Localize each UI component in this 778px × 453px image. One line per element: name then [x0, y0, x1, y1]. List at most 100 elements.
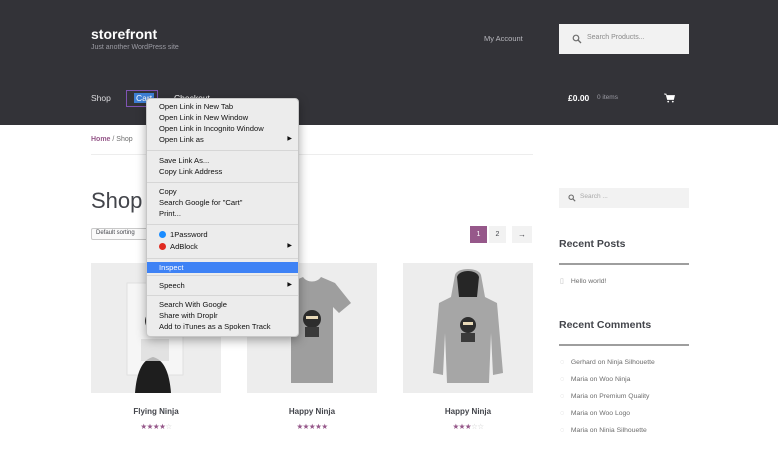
adblock-icon [159, 243, 166, 250]
recent-comments-title: Recent Comments [559, 319, 652, 331]
menu-item-label: Speech [159, 281, 185, 290]
breadcrumb-home[interactable]: Home [91, 136, 110, 143]
comment-icon: ◌ [560, 359, 565, 366]
menu-item-label: Search With Google [159, 300, 227, 309]
my-account-link[interactable]: My Account [484, 34, 523, 43]
search-icon [572, 34, 582, 44]
product-image[interactable] [403, 263, 533, 393]
product-rating: ★★★★★ [247, 422, 377, 431]
page-title: Shop [91, 188, 143, 213]
menu-item-open-new-tab[interactable]: Open Link in New Tab [147, 101, 298, 112]
pagination-next[interactable]: → [512, 226, 532, 243]
pagination-page-1[interactable]: 1 [470, 226, 487, 243]
hoodie-image [433, 269, 503, 383]
menu-item-copy[interactable]: Copy [147, 186, 298, 197]
product-name[interactable]: Flying Ninja [91, 407, 221, 416]
menu-item-speech[interactable]: Speech ▶ [147, 280, 298, 291]
sorting-value: Default sorting [96, 230, 135, 236]
document-icon: ▯ [560, 278, 564, 285]
nav-item-shop[interactable]: Shop [91, 93, 111, 103]
product-name[interactable]: Happy Ninja [403, 407, 533, 416]
menu-separator [147, 295, 298, 296]
recent-comment-item[interactable]: ◌ Gerhard on Ninja Silhouette [560, 359, 655, 366]
widget-divider [559, 344, 689, 346]
menu-item-label: Share with Droplr [159, 311, 218, 320]
menu-item-inspect[interactable]: Inspect [147, 262, 298, 273]
product-name[interactable]: Happy Ninja [247, 407, 377, 416]
recent-comment-label: Maria on Premium Quality [570, 393, 650, 400]
cart-icon[interactable] [664, 93, 675, 103]
menu-item-label: Copy Link Address [159, 167, 223, 176]
menu-item-label: Inspect [159, 263, 184, 272]
minicart-count[interactable]: 0 items [597, 94, 618, 101]
rating-filled: ★★★★★ [296, 422, 328, 431]
product-search-input[interactable]: Search Products... [559, 24, 689, 54]
rating-filled: ★★★★ [140, 422, 166, 431]
menu-item-search-google[interactable]: Search Google for "Cart" [147, 197, 298, 208]
menu-item-open-incognito[interactable]: Open Link in Incognito Window [147, 123, 298, 134]
menu-item-label: Add to iTunes as a Spoken Track [159, 322, 271, 331]
menu-separator [147, 150, 298, 151]
menu-item-label: Open Link in New Tab [159, 102, 234, 111]
rating-empty: ☆☆ [471, 422, 484, 431]
menu-separator [147, 182, 298, 183]
menu-item-label: AdBlock [170, 242, 198, 251]
menu-item-label: Open Link in New Window [159, 113, 249, 122]
menu-item-save-link-as[interactable]: Save Link As... [147, 155, 298, 166]
menu-item-label: Open Link as [159, 135, 204, 144]
menu-item-print[interactable]: Print... [147, 208, 298, 219]
site-title[interactable]: storefront [91, 26, 157, 42]
menu-item-open-new-window[interactable]: Open Link in New Window [147, 112, 298, 123]
recent-posts-title: Recent Posts [559, 238, 626, 250]
onepassword-icon [159, 231, 166, 238]
breadcrumb: Home / Shop [91, 136, 133, 143]
recent-comment-item[interactable]: ◌ Maria on Woo Ninja [560, 376, 630, 383]
sidebar-search-input[interactable]: Search ... [559, 188, 689, 208]
rating-filled: ★★★ [452, 422, 472, 431]
recent-comment-item[interactable]: ◌ Maria on Woo Logo [560, 410, 630, 417]
menu-separator [147, 275, 298, 276]
comment-icon: ◌ [560, 410, 565, 417]
menu-item-search-with-google[interactable]: Search With Google [147, 299, 298, 310]
minicart-amount[interactable]: £0.00 [568, 93, 589, 103]
menu-item-label: Save Link As... [159, 156, 210, 165]
menu-item-adblock[interactable]: AdBlock ▶ [147, 241, 298, 252]
context-menu: Open Link in New Tab Open Link in New Wi… [146, 98, 299, 337]
chevron-right-icon: ▶ [287, 243, 292, 249]
search-icon [568, 194, 576, 202]
comment-icon: ◌ [560, 376, 565, 383]
menu-separator [147, 258, 298, 259]
sidebar-search-placeholder: Search ... [580, 193, 608, 200]
chevron-right-icon: ▶ [287, 136, 292, 142]
chevron-right-icon: ▶ [287, 282, 292, 288]
recent-comment-label: Maria on Woo Logo [570, 410, 631, 417]
menu-item-label: 1Password [170, 230, 208, 239]
menu-item-label: Open Link in Incognito Window [159, 124, 264, 133]
comment-icon: ◌ [560, 393, 565, 400]
recent-post-item[interactable]: ▯ Hello world! [560, 277, 606, 285]
rating-empty: ☆ [165, 422, 172, 431]
recent-post-label: Hello world! [570, 278, 607, 285]
menu-item-add-itunes[interactable]: Add to iTunes as a Spoken Track [147, 321, 298, 332]
site-header: storefront Just another WordPress site M… [0, 0, 778, 125]
recent-comment-label: Maria on Woo Ninja [570, 376, 631, 383]
widget-divider [559, 263, 689, 265]
menu-item-open-link-as[interactable]: Open Link as ▶ [147, 134, 298, 145]
menu-item-1password[interactable]: 1Password [147, 229, 298, 240]
menu-item-copy-link-address[interactable]: Copy Link Address [147, 166, 298, 177]
product-rating: ★★★☆☆ [403, 422, 533, 431]
breadcrumb-current: Shop [116, 136, 133, 143]
menu-item-label: Search Google for "Cart" [159, 198, 243, 207]
menu-item-share-droplr[interactable]: Share with Droplr [147, 310, 298, 321]
menu-item-label: Copy [159, 187, 177, 196]
sorting-select[interactable]: Default sorting [91, 228, 151, 240]
recent-comment-label: Gerhard on Ninja Silhouette [570, 359, 655, 366]
product-rating: ★★★★☆ [91, 422, 221, 431]
recent-comment-item[interactable]: ◌ Maria on Premium Quality [560, 393, 649, 400]
site-description: Just another WordPress site [91, 44, 179, 51]
menu-item-label: Print... [159, 209, 181, 218]
viewport-bottom [0, 432, 778, 453]
search-placeholder: Search Products... [587, 34, 645, 41]
menu-separator [147, 224, 298, 225]
pagination-page-2[interactable]: 2 [489, 226, 506, 243]
